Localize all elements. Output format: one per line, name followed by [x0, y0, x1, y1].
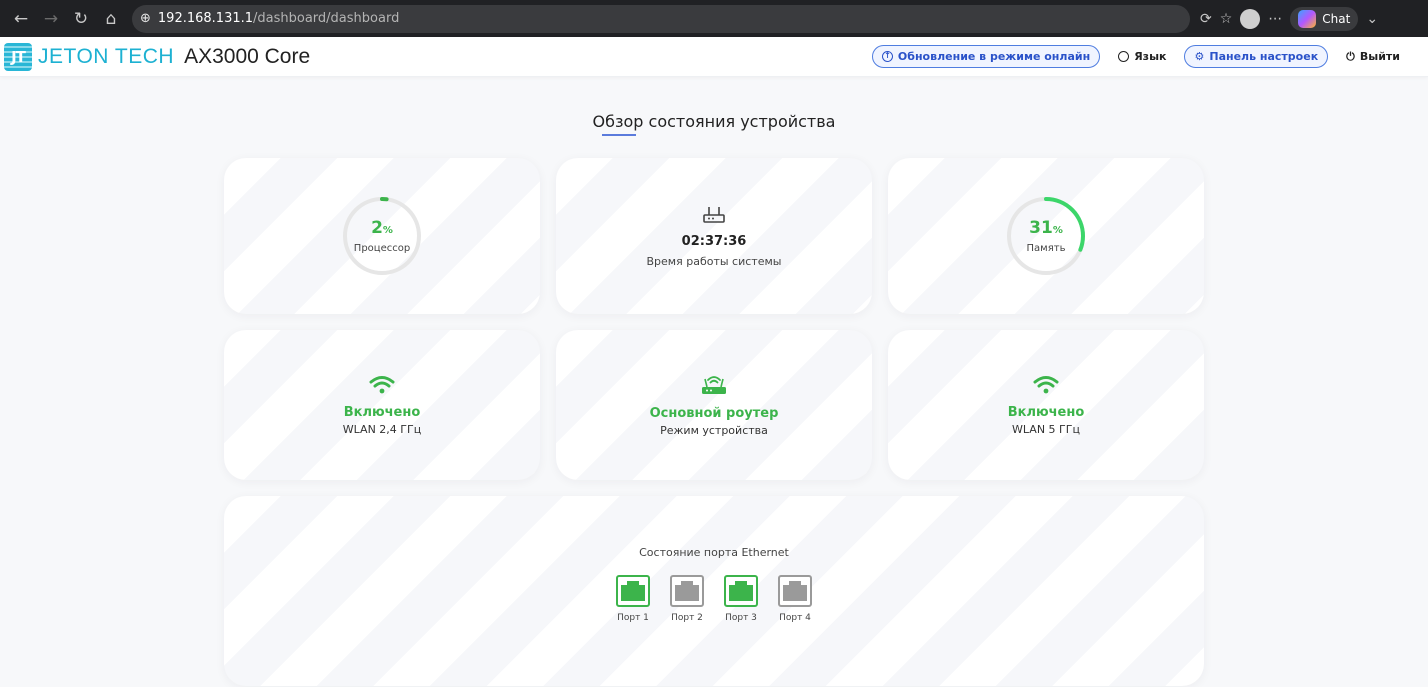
- forward-icon[interactable]: →: [36, 4, 66, 34]
- ethernet-port[interactable]: Порт 4: [778, 575, 812, 623]
- logout-button[interactable]: ⏻ Выйти: [1338, 46, 1408, 68]
- router-icon: [703, 207, 725, 223]
- power-icon: ⏻: [1346, 49, 1355, 63]
- logout-label: Выйти: [1359, 50, 1400, 63]
- device-mode-label: Режим устройства: [660, 423, 768, 437]
- cpu-label: Процессор: [353, 242, 411, 254]
- browser-toolbar: ← → ↻ ⌂ ⊕ 192.168.131.1 /dashboard/dashb…: [0, 0, 1428, 37]
- settings-panel-button[interactable]: ⚙ Панель настроек: [1184, 45, 1329, 68]
- cpu-value: 2%: [371, 217, 393, 238]
- wifi-icon: [1033, 375, 1059, 393]
- upload-icon: ↑: [881, 51, 893, 62]
- wifi-icon: [369, 375, 395, 393]
- extensions-icon[interactable]: ⟳: [1200, 11, 1212, 27]
- more-menu-icon[interactable]: ⋯: [1268, 11, 1282, 27]
- favorites-icon[interactable]: ☆: [1220, 11, 1233, 27]
- wlan24-status: Включено: [343, 404, 421, 420]
- page-title: Обзор состояния устройства: [592, 112, 836, 131]
- copilot-icon: [1298, 9, 1317, 28]
- wireless-router-icon: [702, 375, 726, 394]
- language-label: Язык: [1134, 50, 1167, 63]
- online-update-label: Обновление в режиме онлайн: [897, 50, 1091, 63]
- port-label: Порт 2: [671, 613, 703, 623]
- ethernet-port-icon: [729, 581, 753, 601]
- wlan5-card[interactable]: Включено WLAN 5 ГГц: [888, 330, 1204, 480]
- uptime-value: 02:37:36: [681, 234, 747, 249]
- language-button[interactable]: Язык: [1110, 46, 1174, 67]
- device-mode-status: Основной роутер: [649, 405, 779, 421]
- port-list: Порт 1 Порт 2 Порт 3 Порт 4: [616, 575, 812, 623]
- globe-icon: ⊕: [140, 11, 151, 26]
- ethernet-port[interactable]: Порт 3: [724, 575, 758, 623]
- ethernet-port-icon: [621, 581, 645, 601]
- profile-avatar[interactable]: [1240, 8, 1261, 29]
- port-label: Порт 1: [617, 613, 649, 623]
- cpu-gauge: 2% Процессор: [342, 196, 422, 276]
- cpu-card: 2% Процессор: [224, 158, 540, 314]
- device-model: AX3000 Core: [184, 44, 311, 68]
- uptime-label: Время работы системы: [646, 255, 782, 268]
- home-icon[interactable]: ⌂: [96, 4, 126, 34]
- memory-value: 31%: [1029, 217, 1063, 238]
- chat-button[interactable]: Chat: [1290, 6, 1359, 31]
- ethernet-card: Состояние порта Ethernet Порт 1 Порт 2 П…: [224, 496, 1204, 686]
- app-header: JT JETON TECH AX3000 Core ↑ Обновление в…: [0, 37, 1428, 77]
- back-icon[interactable]: ←: [6, 4, 36, 34]
- logo[interactable]: JT JETON TECH AX3000 Core: [4, 42, 311, 71]
- chat-label: Chat: [1322, 11, 1351, 26]
- port-label: Порт 4: [779, 613, 811, 623]
- uptime-card: 02:37:36 Время работы системы: [556, 158, 872, 314]
- wlan5-status: Включено: [1007, 404, 1085, 420]
- url-host: 192.168.131.1: [157, 11, 254, 26]
- memory-card: 31% Память: [888, 158, 1204, 314]
- reload-icon[interactable]: ↻: [66, 4, 96, 34]
- ethernet-port[interactable]: Порт 1: [616, 575, 650, 623]
- brand-name: JETON TECH: [38, 44, 175, 68]
- wlan24-card[interactable]: Включено WLAN 2,4 ГГц: [224, 330, 540, 480]
- address-bar[interactable]: ⊕ 192.168.131.1 /dashboard/dashboard: [132, 4, 1190, 33]
- ethernet-port-icon: [675, 581, 699, 601]
- settings-panel-label: Панель настроек: [1209, 50, 1319, 63]
- url-path: /dashboard/dashboard: [253, 11, 400, 26]
- memory-label: Память: [1026, 242, 1066, 254]
- logo-icon: JT: [4, 42, 32, 71]
- online-update-button[interactable]: ↑ Обновление в режиме онлайн: [871, 45, 1101, 68]
- ethernet-title: Состояние порта Ethernet: [639, 546, 789, 559]
- ethernet-port[interactable]: Порт 2: [670, 575, 704, 623]
- port-label: Порт 3: [725, 613, 757, 623]
- wlan5-label: WLAN 5 ГГц: [1012, 422, 1080, 436]
- memory-gauge: 31% Память: [1006, 196, 1086, 276]
- wlan24-label: WLAN 2,4 ГГц: [342, 422, 422, 436]
- globe-icon: [1118, 51, 1130, 62]
- ethernet-port-icon: [783, 581, 807, 601]
- chevron-down-icon[interactable]: ⌄: [1366, 11, 1378, 27]
- gear-icon: ⚙: [1194, 50, 1205, 63]
- device-mode-card[interactable]: Основной роутер Режим устройства: [556, 330, 872, 480]
- title-underline: [602, 134, 636, 136]
